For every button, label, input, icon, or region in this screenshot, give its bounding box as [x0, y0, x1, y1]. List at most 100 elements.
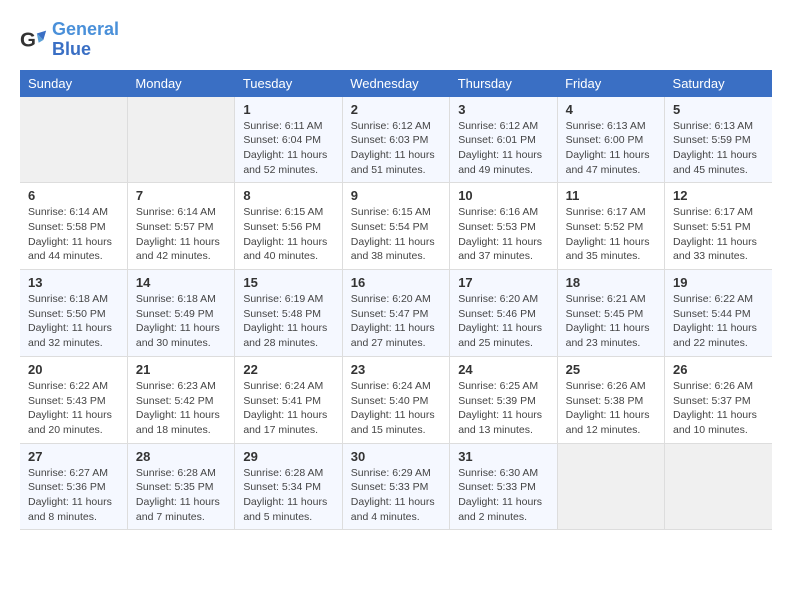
calendar-cell: 22 Sunrise: 6:24 AM Sunset: 5:41 PM Dayli… — [235, 356, 342, 443]
day-info: Sunrise: 6:30 AM Sunset: 5:33 PM Dayligh… — [458, 466, 548, 525]
day-info: Sunrise: 6:24 AM Sunset: 5:41 PM Dayligh… — [243, 379, 333, 438]
calendar-cell: 13 Sunrise: 6:18 AM Sunset: 5:50 PM Dayli… — [20, 270, 127, 357]
calendar-cell: 18 Sunrise: 6:21 AM Sunset: 5:45 PM Dayli… — [557, 270, 664, 357]
calendar-cell: 25 Sunrise: 6:26 AM Sunset: 5:38 PM Dayli… — [557, 356, 664, 443]
day-number: 27 — [28, 449, 119, 464]
calendar-week-row: 13 Sunrise: 6:18 AM Sunset: 5:50 PM Dayli… — [20, 270, 772, 357]
day-info: Sunrise: 6:13 AM Sunset: 5:59 PM Dayligh… — [673, 119, 764, 178]
day-info: Sunrise: 6:17 AM Sunset: 5:52 PM Dayligh… — [566, 205, 656, 264]
calendar-cell: 3 Sunrise: 6:12 AM Sunset: 6:01 PM Daylig… — [450, 97, 557, 183]
day-info: Sunrise: 6:15 AM Sunset: 5:54 PM Dayligh… — [351, 205, 441, 264]
calendar-week-row: 27Sunrise: 6:27 AM Sunset: 5:36 PM Dayli… — [20, 443, 772, 530]
calendar-cell: 21 Sunrise: 6:23 AM Sunset: 5:42 PM Dayli… — [127, 356, 234, 443]
day-number: 18 — [566, 275, 656, 290]
calendar-cell: 6Sunrise: 6:14 AM Sunset: 5:58 PM Daylig… — [20, 183, 127, 270]
day-number: 31 — [458, 449, 548, 464]
day-number: 17 — [458, 275, 548, 290]
calendar-cell: 15Sunrise: 6:19 AM Sunset: 5:48 PM Dayli… — [235, 270, 342, 357]
calendar-cell: 19 Sunrise: 6:22 AM Sunset: 5:44 PM Dayli… — [665, 270, 772, 357]
day-number: 16 — [351, 275, 441, 290]
calendar-cell: 4 Sunrise: 6:13 AM Sunset: 6:00 PM Daylig… — [557, 97, 664, 183]
calendar-header-row: SundayMondayTuesdayWednesdayThursdayFrid… — [20, 70, 772, 97]
day-header-friday: Friday — [557, 70, 664, 97]
day-info: Sunrise: 6:28 AM Sunset: 5:34 PM Dayligh… — [243, 466, 333, 525]
calendar-week-row: 6Sunrise: 6:14 AM Sunset: 5:58 PM Daylig… — [20, 183, 772, 270]
day-info: Sunrise: 6:11 AM Sunset: 6:04 PM Dayligh… — [243, 119, 333, 178]
day-number: 1 — [243, 102, 333, 117]
calendar-week-row: 1 Sunrise: 6:11 AM Sunset: 6:04 PM Daylig… — [20, 97, 772, 183]
day-number: 2 — [351, 102, 441, 117]
day-number: 10 — [458, 188, 548, 203]
calendar-cell: 10 Sunrise: 6:16 AM Sunset: 5:53 PM Dayli… — [450, 183, 557, 270]
calendar-cell: 5 Sunrise: 6:13 AM Sunset: 5:59 PM Daylig… — [665, 97, 772, 183]
day-info: Sunrise: 6:18 AM Sunset: 5:50 PM Dayligh… — [28, 292, 119, 351]
day-info: Sunrise: 6:28 AM Sunset: 5:35 PM Dayligh… — [136, 466, 226, 525]
day-number: 25 — [566, 362, 656, 377]
day-info: Sunrise: 6:15 AM Sunset: 5:56 PM Dayligh… — [243, 205, 333, 264]
logo-icon: G — [20, 26, 48, 54]
day-number: 15 — [243, 275, 333, 290]
day-number: 3 — [458, 102, 548, 117]
day-info: Sunrise: 6:29 AM Sunset: 5:33 PM Dayligh… — [351, 466, 441, 525]
day-info: Sunrise: 6:21 AM Sunset: 5:45 PM Dayligh… — [566, 292, 656, 351]
calendar-cell: 27Sunrise: 6:27 AM Sunset: 5:36 PM Dayli… — [20, 443, 127, 530]
day-number: 8 — [243, 188, 333, 203]
svg-text:G: G — [20, 28, 36, 51]
day-header-saturday: Saturday — [665, 70, 772, 97]
calendar-cell: 11Sunrise: 6:17 AM Sunset: 5:52 PM Dayli… — [557, 183, 664, 270]
day-number: 26 — [673, 362, 764, 377]
calendar-cell: 9 Sunrise: 6:15 AM Sunset: 5:54 PM Daylig… — [342, 183, 449, 270]
day-header-monday: Monday — [127, 70, 234, 97]
day-number: 21 — [136, 362, 226, 377]
logo-text: General Blue — [52, 20, 119, 60]
day-number: 22 — [243, 362, 333, 377]
day-number: 7 — [136, 188, 226, 203]
day-number: 12 — [673, 188, 764, 203]
day-header-tuesday: Tuesday — [235, 70, 342, 97]
day-info: Sunrise: 6:18 AM Sunset: 5:49 PM Dayligh… — [136, 292, 226, 351]
day-number: 9 — [351, 188, 441, 203]
calendar-cell — [20, 97, 127, 183]
day-header-thursday: Thursday — [450, 70, 557, 97]
calendar-cell: 16 Sunrise: 6:20 AM Sunset: 5:47 PM Dayli… — [342, 270, 449, 357]
day-number: 29 — [243, 449, 333, 464]
calendar-cell — [665, 443, 772, 530]
calendar-table: SundayMondayTuesdayWednesdayThursdayFrid… — [20, 70, 772, 531]
day-info: Sunrise: 6:24 AM Sunset: 5:40 PM Dayligh… — [351, 379, 441, 438]
day-number: 14 — [136, 275, 226, 290]
day-info: Sunrise: 6:14 AM Sunset: 5:57 PM Dayligh… — [136, 205, 226, 264]
day-info: Sunrise: 6:23 AM Sunset: 5:42 PM Dayligh… — [136, 379, 226, 438]
calendar-cell: 17 Sunrise: 6:20 AM Sunset: 5:46 PM Dayli… — [450, 270, 557, 357]
page-header: G General Blue — [20, 20, 772, 60]
day-number: 20 — [28, 362, 119, 377]
day-number: 6 — [28, 188, 119, 203]
day-number: 19 — [673, 275, 764, 290]
day-info: Sunrise: 6:17 AM Sunset: 5:51 PM Dayligh… — [673, 205, 764, 264]
calendar-cell: 29 Sunrise: 6:28 AM Sunset: 5:34 PM Dayli… — [235, 443, 342, 530]
calendar-cell: 8 Sunrise: 6:15 AM Sunset: 5:56 PM Daylig… — [235, 183, 342, 270]
day-info: Sunrise: 6:26 AM Sunset: 5:38 PM Dayligh… — [566, 379, 656, 438]
day-number: 13 — [28, 275, 119, 290]
calendar-cell: 2Sunrise: 6:12 AM Sunset: 6:03 PM Daylig… — [342, 97, 449, 183]
day-info: Sunrise: 6:16 AM Sunset: 5:53 PM Dayligh… — [458, 205, 548, 264]
calendar-cell: 1 Sunrise: 6:11 AM Sunset: 6:04 PM Daylig… — [235, 97, 342, 183]
calendar-cell: 31 Sunrise: 6:30 AM Sunset: 5:33 PM Dayli… — [450, 443, 557, 530]
day-number: 23 — [351, 362, 441, 377]
calendar-cell: 14 Sunrise: 6:18 AM Sunset: 5:49 PM Dayli… — [127, 270, 234, 357]
logo: G General Blue — [20, 20, 119, 60]
day-info: Sunrise: 6:12 AM Sunset: 6:01 PM Dayligh… — [458, 119, 548, 178]
day-info: Sunrise: 6:13 AM Sunset: 6:00 PM Dayligh… — [566, 119, 656, 178]
day-info: Sunrise: 6:22 AM Sunset: 5:44 PM Dayligh… — [673, 292, 764, 351]
calendar-cell: 24Sunrise: 6:25 AM Sunset: 5:39 PM Dayli… — [450, 356, 557, 443]
day-number: 5 — [673, 102, 764, 117]
calendar-cell: 12 Sunrise: 6:17 AM Sunset: 5:51 PM Dayli… — [665, 183, 772, 270]
calendar-week-row: 20Sunrise: 6:22 AM Sunset: 5:43 PM Dayli… — [20, 356, 772, 443]
day-info: Sunrise: 6:20 AM Sunset: 5:46 PM Dayligh… — [458, 292, 548, 351]
day-number: 4 — [566, 102, 656, 117]
day-number: 28 — [136, 449, 226, 464]
calendar-cell: 30Sunrise: 6:29 AM Sunset: 5:33 PM Dayli… — [342, 443, 449, 530]
day-info: Sunrise: 6:25 AM Sunset: 5:39 PM Dayligh… — [458, 379, 548, 438]
day-info: Sunrise: 6:20 AM Sunset: 5:47 PM Dayligh… — [351, 292, 441, 351]
calendar-cell: 28 Sunrise: 6:28 AM Sunset: 5:35 PM Dayli… — [127, 443, 234, 530]
calendar-cell: 20Sunrise: 6:22 AM Sunset: 5:43 PM Dayli… — [20, 356, 127, 443]
